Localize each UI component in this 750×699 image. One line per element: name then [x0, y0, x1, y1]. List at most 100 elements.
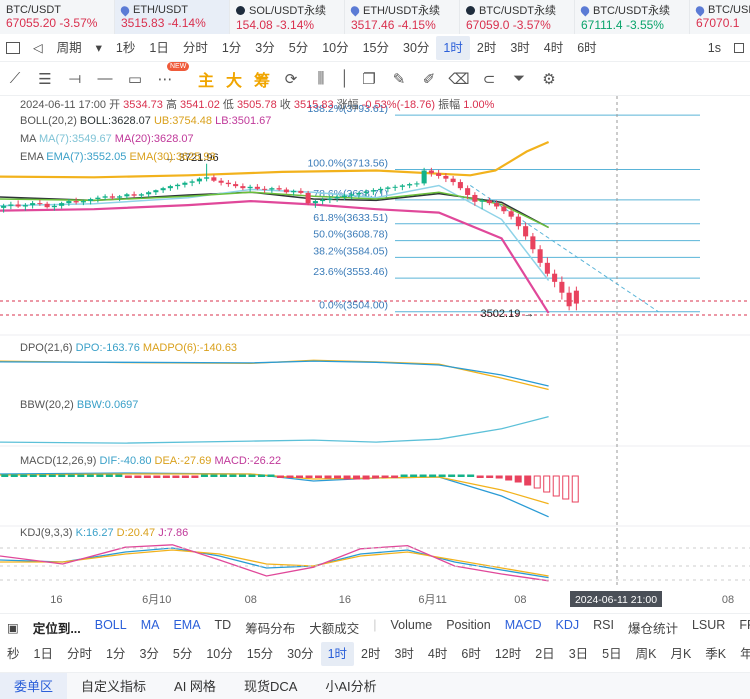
candle-body[interactable]: [247, 186, 253, 189]
candle-body[interactable]: [59, 203, 65, 206]
timeframe-secondary-14[interactable]: 12时: [488, 642, 528, 666]
candle-body[interactable]: [196, 178, 202, 182]
tick-interval[interactable]: 1s: [701, 36, 728, 60]
candle-body[interactable]: [240, 186, 246, 189]
timeframe-secondary-3[interactable]: 1分: [99, 642, 132, 666]
candle-body[interactable]: [124, 194, 130, 197]
timeframe-secondary-1[interactable]: 1日: [27, 642, 60, 666]
candle-body[interactable]: [109, 196, 115, 198]
candle-body[interactable]: [327, 198, 333, 200]
candle-body[interactable]: [414, 183, 420, 185]
timeframe-secondary-0[interactable]: 秒: [0, 642, 27, 666]
indicator-tab-10[interactable]: RSI: [586, 618, 621, 637]
candle-body[interactable]: [44, 203, 50, 208]
candle-body[interactable]: [428, 170, 434, 174]
candle-body[interactable]: [262, 188, 268, 190]
candle-body[interactable]: [66, 201, 72, 204]
ticker-item[interactable]: BTC/USDT67070.1: [690, 0, 750, 34]
indicator-tab-6[interactable]: Volume: [384, 618, 440, 637]
indicator-tab-11[interactable]: 爆仓统计: [621, 618, 685, 637]
candle-body[interactable]: [378, 188, 384, 191]
timeframe-secondary-18[interactable]: 周K: [629, 642, 664, 666]
locate-icon[interactable]: ▣: [0, 620, 26, 635]
indicator-tab-12[interactable]: LSUR: [685, 618, 732, 637]
candle-body[interactable]: [552, 273, 558, 282]
candle-body[interactable]: [341, 195, 347, 197]
filter-icon[interactable]: ⏷: [504, 70, 534, 87]
candle-body[interactable]: [421, 170, 427, 184]
timeframe-secondary-5[interactable]: 5分: [166, 642, 199, 666]
timeframe-secondary-20[interactable]: 季K: [698, 642, 733, 666]
candle-body[interactable]: [204, 177, 210, 179]
indicator-tab-7[interactable]: Position: [439, 618, 497, 637]
candle-body[interactable]: [138, 194, 144, 196]
indicator-tab-5[interactable]: 大额成交: [302, 618, 366, 637]
candle-body[interactable]: [486, 200, 492, 204]
candle-body[interactable]: [537, 249, 543, 263]
candle-body[interactable]: [399, 185, 405, 187]
candle-body[interactable]: [189, 181, 195, 183]
candle-body[interactable]: [269, 188, 275, 190]
candle-body[interactable]: [501, 206, 507, 212]
big-trade-button[interactable]: 大: [220, 67, 248, 91]
timeframe-secondary-17[interactable]: 5日: [595, 642, 628, 666]
timeframe-secondary-15[interactable]: 2日: [528, 642, 561, 666]
timeframe-secondary-21[interactable]: 年K: [733, 642, 750, 666]
timeframe-secondary-16[interactable]: 3日: [562, 642, 595, 666]
candle-body[interactable]: [80, 201, 86, 203]
candle-body[interactable]: [392, 186, 398, 188]
candle-body[interactable]: [472, 194, 478, 202]
chevron-left-icon[interactable]: ◁: [26, 36, 50, 60]
candle-body[interactable]: [559, 281, 565, 293]
candle-body[interactable]: [523, 226, 529, 237]
candle-body[interactable]: [254, 186, 260, 189]
candle-body[interactable]: [22, 205, 28, 207]
timeframe-secondary-7[interactable]: 15分: [240, 642, 280, 666]
candle-body[interactable]: [51, 205, 57, 208]
candle-body[interactable]: [573, 290, 579, 304]
candle-body[interactable]: [276, 188, 282, 190]
candle-body[interactable]: [131, 194, 137, 196]
timeframe-6[interactable]: 10分: [315, 36, 355, 60]
candle-body[interactable]: [334, 196, 340, 199]
timeframe-secondary-13[interactable]: 6时: [454, 642, 487, 666]
ticker-item[interactable]: ETH/USDT 3515.83 -4.14%: [115, 0, 230, 34]
locate-button[interactable]: 定位到...: [26, 618, 88, 637]
candle-body[interactable]: [530, 236, 536, 250]
timeframe-0[interactable]: 1秒: [109, 36, 142, 60]
indicator-tab-1[interactable]: MA: [134, 618, 167, 637]
timeframe-secondary-19[interactable]: 月K: [663, 642, 698, 666]
candle-body[interactable]: [15, 204, 21, 207]
timeframe-secondary-8[interactable]: 30分: [280, 642, 320, 666]
timeframe-4[interactable]: 3分: [248, 36, 281, 60]
candle-body[interactable]: [182, 182, 188, 185]
candle-body[interactable]: [8, 204, 14, 206]
candle-body[interactable]: [508, 211, 514, 217]
ticker-item[interactable]: SOL/USDT永续 154.08 -3.14%: [230, 0, 345, 34]
timeframe-7[interactable]: 15分: [356, 36, 396, 60]
candle-body[interactable]: [457, 182, 463, 189]
candle-body[interactable]: [88, 199, 94, 202]
candle-body[interactable]: [175, 184, 181, 187]
timeframe-secondary-11[interactable]: 3时: [387, 642, 420, 666]
indicator-tab-9[interactable]: KDJ: [549, 618, 587, 637]
timeframe-13[interactable]: 6时: [570, 36, 603, 60]
candle-body[interactable]: [160, 188, 166, 191]
timeframe-secondary-4[interactable]: 3分: [132, 642, 165, 666]
hline-tool-icon[interactable]: ⟞: [60, 70, 90, 87]
candle-body[interactable]: [494, 203, 500, 207]
ticker-item[interactable]: BTC/USDT永续 67111.4 -3.55%: [575, 0, 690, 34]
candle-body[interactable]: [102, 196, 108, 198]
copy-icon[interactable]: ❐: [354, 70, 384, 88]
candle-body[interactable]: [30, 203, 36, 206]
pencil-icon[interactable]: ✐: [414, 70, 444, 88]
candle-body[interactable]: [320, 199, 326, 202]
indicator-tab-4[interactable]: 筹码分布: [238, 618, 302, 637]
ticker-item[interactable]: BTC/USDT 67055.20 -3.57%: [0, 0, 115, 34]
candle-body[interactable]: [436, 173, 442, 176]
settings-icon[interactable]: ⚙: [534, 70, 564, 88]
candle-body[interactable]: [363, 191, 369, 193]
indicator-tab-0[interactable]: BOLL: [88, 618, 134, 637]
layout-icon[interactable]: [6, 41, 20, 54]
ticker-item[interactable]: ETH/USDT永续 3517.46 -4.15%: [345, 0, 460, 34]
